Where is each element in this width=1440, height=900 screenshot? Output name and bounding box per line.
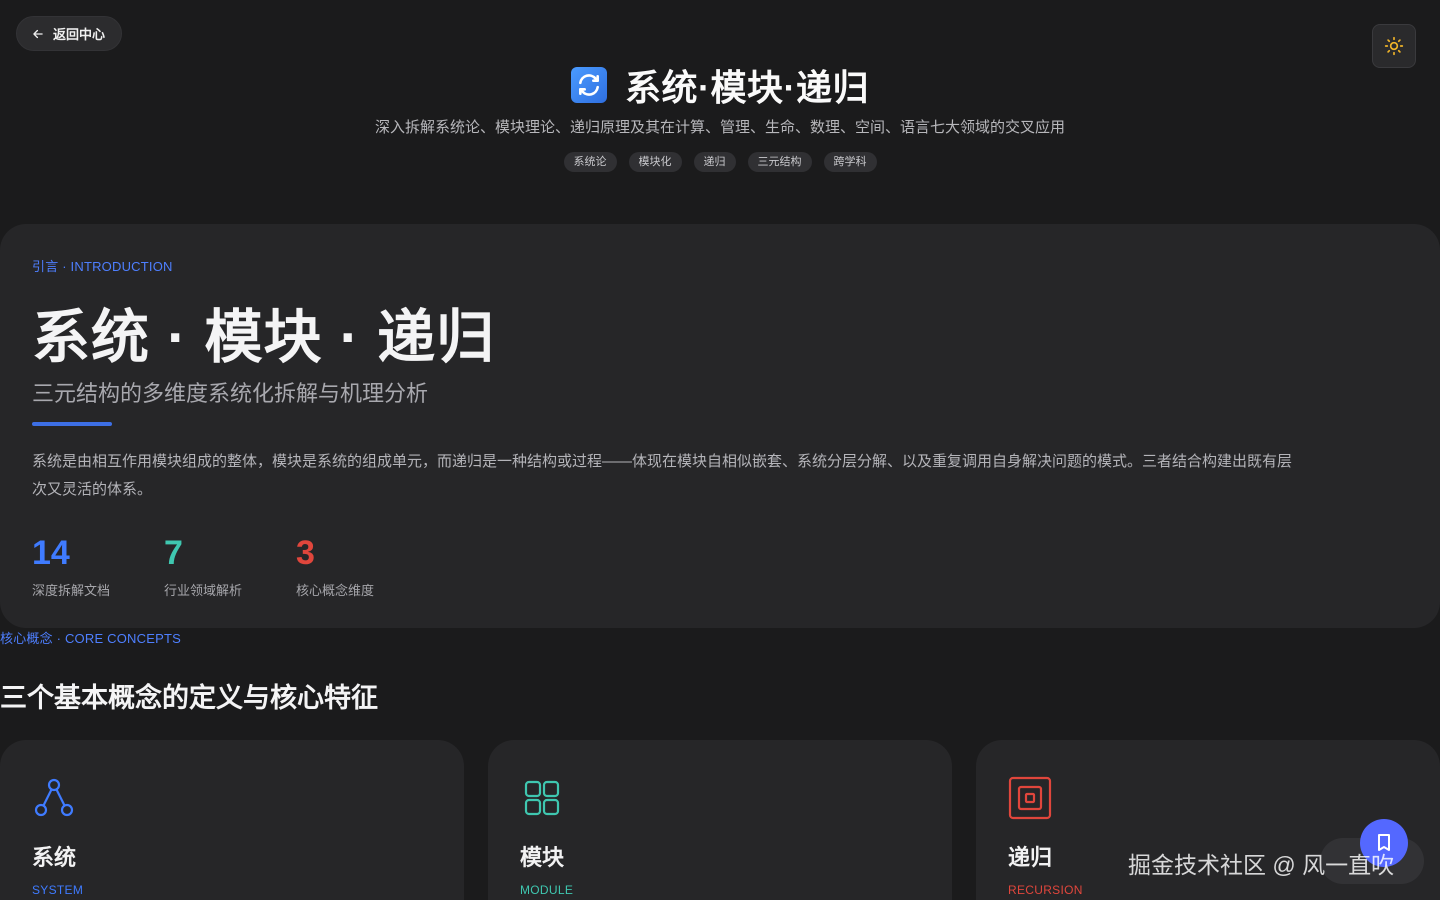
concept-name: 模块 <box>520 845 565 870</box>
intro-body: 系统是由相互作用模块组成的整体，模块是系统的组成单元，而递归是一种结构或过程——… <box>32 453 1293 498</box>
intro-card: 引言 · INTRODUCTION 系统 · 模块 · 递归 三元结构的多维度系… <box>0 224 1440 628</box>
concept-english: SYSTEM <box>32 883 84 897</box>
tag-list: 系统论 模块化 递归 三元结构 跨学科 <box>0 152 1440 172</box>
back-to-center-button[interactable]: 返回中心 <box>16 16 123 51</box>
stats-row: 14 深度拆解文档 7 行业领域解析 3 核心概念维度 <box>32 532 428 599</box>
tag[interactable]: 跨学科 <box>823 152 877 172</box>
back-label: 返回中心 <box>53 27 106 42</box>
page-description: 深入拆解系统论、模块理论、递归原理及其在计算、管理、生命、数理、空间、语言七大领… <box>375 119 1066 136</box>
network-icon <box>34 778 74 817</box>
arrow-left-icon <box>33 29 43 38</box>
stat-dimensions: 3 核心概念维度 <box>296 532 428 599</box>
concept-english: MODULE <box>520 883 574 897</box>
concept-card-module[interactable]: 模块 MODULE <box>488 740 952 900</box>
stat-label: 深度拆解文档 <box>32 583 111 598</box>
stat-industries: 7 行业领域解析 <box>164 532 296 599</box>
page-title: 系统·模块·递归 <box>625 67 869 108</box>
tag[interactable]: 递归 <box>693 152 736 172</box>
accent-divider <box>32 422 112 426</box>
nested-square-icon <box>1008 776 1052 820</box>
stat-value: 14 <box>32 534 70 572</box>
hero-section: 系统·模块·递归 深入拆解系统论、模块理论、递归原理及其在计算、管理、生命、数理… <box>0 62 1440 172</box>
tag[interactable]: 三元结构 <box>747 152 812 172</box>
stat-value: 3 <box>296 534 315 572</box>
sun-icon <box>1384 36 1404 56</box>
stat-docs: 14 深度拆解文档 <box>32 532 164 599</box>
intro-title: 系统 · 模块 · 递归 <box>32 305 496 370</box>
concept-name: 系统 <box>32 845 77 870</box>
stat-label: 核心概念维度 <box>296 583 375 598</box>
tag[interactable]: 系统论 <box>563 152 617 172</box>
intro-kicker: 引言 · INTRODUCTION <box>32 259 173 274</box>
core-kicker: 核心概念 · CORE CONCEPTS <box>0 631 181 646</box>
concept-name: 递归 <box>1008 845 1053 870</box>
stat-value: 7 <box>164 534 183 572</box>
intro-subtitle: 三元结构的多维度系统化拆解与机理分析 <box>32 381 429 406</box>
stat-label: 行业领域解析 <box>164 583 243 598</box>
concept-card-system[interactable]: 系统 SYSTEM <box>0 740 464 900</box>
grid-icon <box>524 780 560 816</box>
refresh-logo-icon <box>571 67 607 103</box>
core-title: 三个基本概念的定义与核心特征 <box>0 683 378 713</box>
concept-english: RECURSION <box>1008 883 1083 897</box>
tag[interactable]: 模块化 <box>628 152 682 172</box>
watermark: 掘金技术社区 @ 风一直吹 <box>1128 852 1395 878</box>
